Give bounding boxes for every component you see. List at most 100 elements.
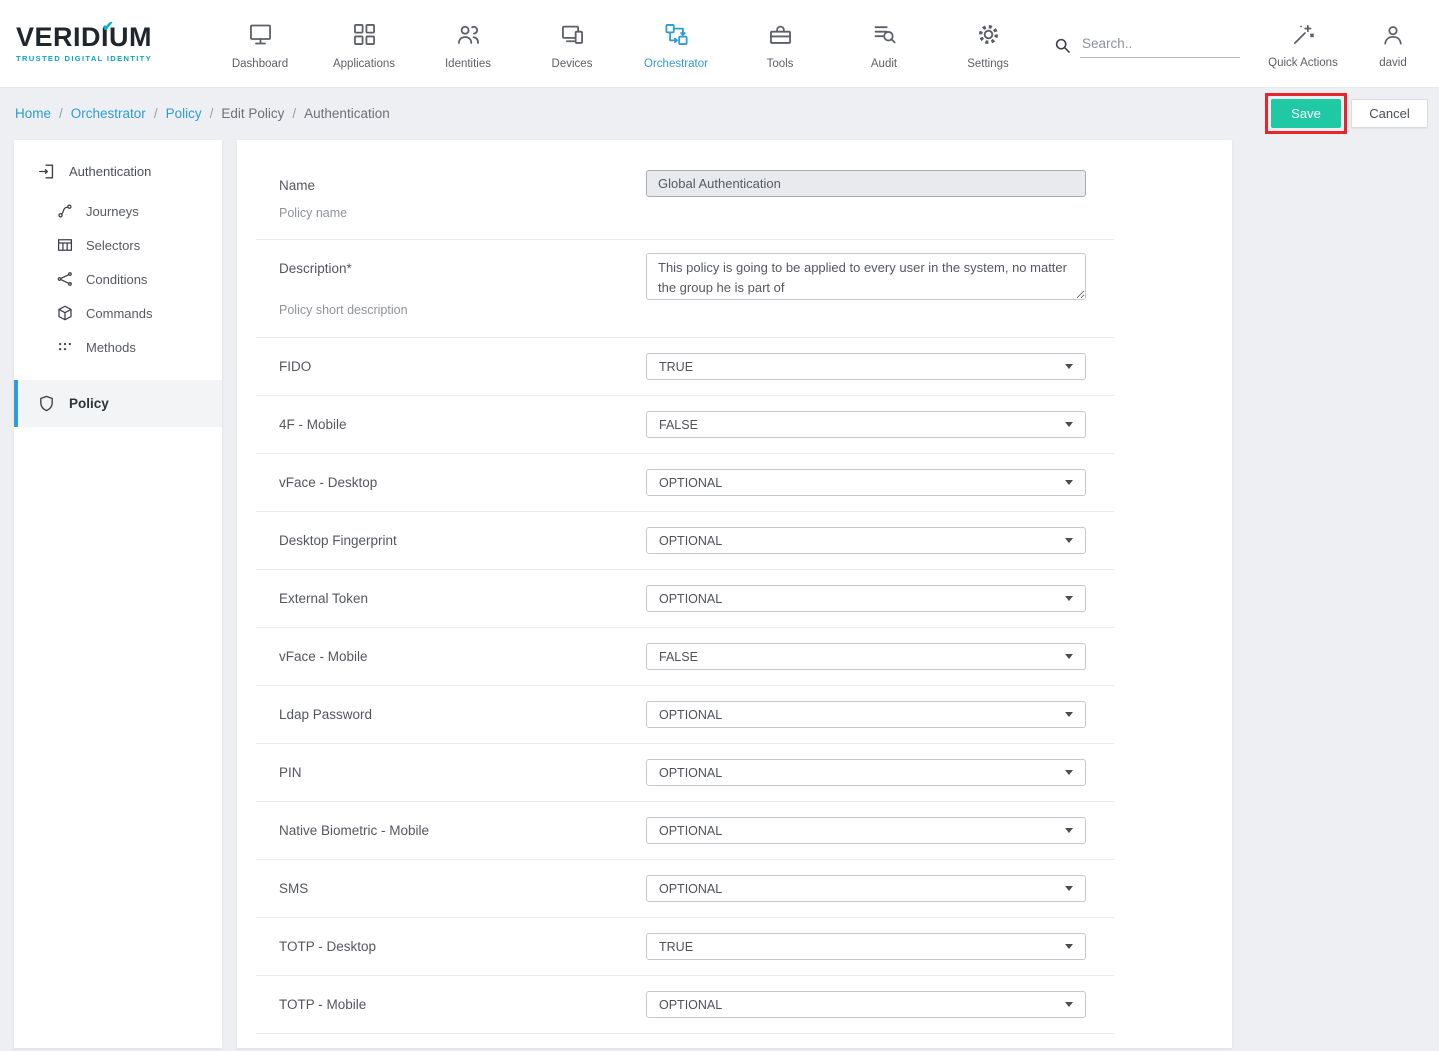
pin-row: PIN OPTIONAL <box>256 744 1114 802</box>
primary-nav: Dashboard Applications Identities Device… <box>208 17 1040 70</box>
breadcrumb-home[interactable]: Home <box>15 106 51 121</box>
nav-label: Audit <box>871 58 897 70</box>
search-input[interactable] <box>1080 30 1240 58</box>
breadcrumb-orchestrator[interactable]: Orchestrator <box>71 106 146 121</box>
field-label: Desktop Fingerprint <box>279 533 646 548</box>
breadcrumb-separator: / <box>292 106 296 121</box>
field-label: Ldap Password <box>279 707 646 722</box>
user-menu[interactable]: david <box>1355 18 1431 69</box>
sidebar-item-conditions[interactable]: Conditions <box>14 262 222 296</box>
sms-row: SMS OPTIONAL <box>256 860 1114 918</box>
field-label: TOTP - Mobile <box>279 997 646 1012</box>
chevron-down-icon <box>1065 480 1073 485</box>
toolbox-icon <box>767 21 794 48</box>
gear-icon <box>975 21 1002 48</box>
monitor-icon <box>247 21 274 48</box>
nav-item-identities[interactable]: Identities <box>416 17 520 70</box>
quick-actions-label: Quick Actions <box>1268 57 1338 69</box>
desktop-fingerprint-dropdown[interactable]: OPTIONAL <box>646 527 1086 554</box>
sidebar-item-label: Methods <box>86 340 136 355</box>
dropdown-value: FALSE <box>659 418 698 432</box>
nav-item-settings[interactable]: Settings <box>936 17 1040 70</box>
dropdown-value: TRUE <box>659 940 693 954</box>
shield-icon <box>37 394 56 413</box>
save-button-wrapper: Save <box>1271 99 1341 128</box>
table-icon <box>56 236 74 254</box>
dropdown-value: OPTIONAL <box>659 708 722 722</box>
nav-label: Dashboard <box>232 58 288 70</box>
field-label: Description* <box>279 261 646 276</box>
nav-label: Applications <box>333 58 395 70</box>
veridium-logo[interactable]: VERIDIUM ✔ TRUSTED DIGITAL IDENTITY <box>0 24 198 63</box>
sidebar-item-selectors[interactable]: Selectors <box>14 228 222 262</box>
quick-actions-button[interactable]: Quick Actions <box>1251 18 1355 69</box>
external-token-dropdown[interactable]: OPTIONAL <box>646 585 1086 612</box>
vface-desktop-dropdown[interactable]: OPTIONAL <box>646 469 1086 496</box>
policy-description-textarea[interactable]: This policy is going to be applied to ev… <box>646 253 1086 300</box>
sidebar-active-label: Policy <box>69 396 109 411</box>
chevron-down-icon <box>1065 770 1073 775</box>
dropdown-value: FALSE <box>659 650 698 664</box>
totp-desktop-dropdown[interactable]: TRUE <box>646 933 1086 960</box>
sidebar-item-policy[interactable]: Policy <box>14 380 222 427</box>
fido-dropdown[interactable]: TRUE <box>646 353 1086 380</box>
4f-mobile-dropdown[interactable]: FALSE <box>646 411 1086 438</box>
field-label: PIN <box>279 765 646 780</box>
sidebar-item-label: Conditions <box>86 272 147 287</box>
cube-icon <box>56 304 74 322</box>
name-field-row: Name Policy name <box>256 156 1114 240</box>
sidebar-item-journeys[interactable]: Journeys <box>14 194 222 228</box>
chevron-down-icon <box>1065 654 1073 659</box>
nav-item-audit[interactable]: Audit <box>832 17 936 70</box>
native-biometric-mobile-row: Native Biometric - Mobile OPTIONAL <box>256 802 1114 860</box>
sidebar-item-methods[interactable]: Methods <box>14 330 222 364</box>
breadcrumb: Home / Orchestrator / Policy / Edit Poli… <box>15 106 390 121</box>
ldap-password-dropdown[interactable]: OPTIONAL <box>646 701 1086 728</box>
people-icon <box>455 21 482 48</box>
grid-icon <box>351 21 378 48</box>
vface-mobile-dropdown[interactable]: FALSE <box>646 643 1086 670</box>
sidebar-item-authentication[interactable]: Authentication <box>14 146 222 194</box>
sidebar-item-label: Selectors <box>86 238 140 253</box>
field-label: Name <box>279 178 646 193</box>
chevron-down-icon <box>1065 364 1073 369</box>
field-label: FIDO <box>279 359 646 374</box>
breadcrumb-edit-policy: Edit Policy <box>221 106 284 121</box>
sidebar-item-commands[interactable]: Commands <box>14 296 222 330</box>
branch-icon <box>56 270 74 288</box>
nav-item-orchestrator[interactable]: Orchestrator <box>624 17 728 70</box>
nav-item-applications[interactable]: Applications <box>312 17 416 70</box>
name-label-block: Name Policy name <box>279 170 646 220</box>
breadcrumb-separator: / <box>59 106 63 121</box>
field-sublabel: Policy short description <box>279 303 646 317</box>
nav-item-dashboard[interactable]: Dashboard <box>208 17 312 70</box>
nav-item-tools[interactable]: Tools <box>728 17 832 70</box>
vface-desktop-row: vFace - Desktop OPTIONAL <box>256 454 1114 512</box>
native-biometric-mobile-dropdown[interactable]: OPTIONAL <box>646 817 1086 844</box>
content-area: Authentication Journeys Selectors Condit… <box>0 140 1439 1048</box>
nav-item-devices[interactable]: Devices <box>520 17 624 70</box>
sms-dropdown[interactable]: OPTIONAL <box>646 875 1086 902</box>
field-label: External Token <box>279 591 646 606</box>
pin-dropdown[interactable]: OPTIONAL <box>646 759 1086 786</box>
field-label: TOTP - Desktop <box>279 939 646 954</box>
save-button[interactable]: Save <box>1271 99 1341 128</box>
dropdown-value: OPTIONAL <box>659 592 722 606</box>
edit-policy-form: Name Policy name Description* Policy sho… <box>237 140 1232 1048</box>
dropdown-value: OPTIONAL <box>659 882 722 896</box>
field-label: SMS <box>279 881 646 896</box>
cancel-button[interactable]: Cancel <box>1351 99 1428 128</box>
magic-wand-icon <box>1290 22 1316 48</box>
sidebar-sub-items: Journeys Selectors Conditions Commands M… <box>14 194 222 364</box>
policy-name-input[interactable] <box>646 170 1086 197</box>
chevron-down-icon <box>1065 538 1073 543</box>
chevron-down-icon <box>1065 828 1073 833</box>
totp-mobile-dropdown[interactable]: OPTIONAL <box>646 991 1086 1018</box>
dropdown-value: OPTIONAL <box>659 476 722 490</box>
totp-mobile-row: TOTP - Mobile OPTIONAL <box>256 976 1114 1034</box>
dropdown-value: OPTIONAL <box>659 998 722 1012</box>
breadcrumb-policy[interactable]: Policy <box>166 106 202 121</box>
desktop-fingerprint-row: Desktop Fingerprint OPTIONAL <box>256 512 1114 570</box>
description-label-block: Description* Policy short description <box>279 253 646 317</box>
nav-label: Identities <box>445 58 491 70</box>
